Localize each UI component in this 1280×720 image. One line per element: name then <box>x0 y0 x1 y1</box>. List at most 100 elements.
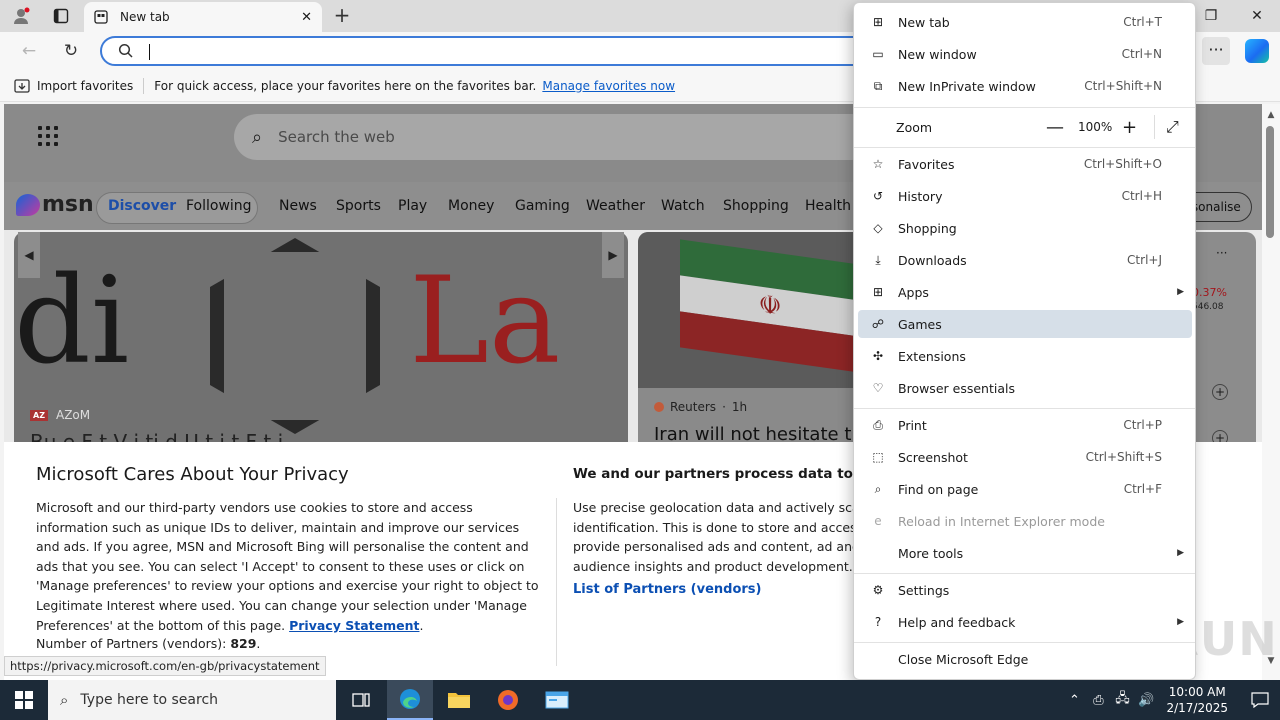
source-badge: AZ <box>30 409 48 421</box>
tab-play[interactable]: Play <box>398 198 427 214</box>
privacy-statement-link[interactable]: Privacy Statement <box>289 618 419 633</box>
card-headline[interactable]: Iran will not hesitate t <box>654 424 851 442</box>
search-icon: ⌕ <box>60 691 69 709</box>
network-icon[interactable]: 🖧 <box>1110 689 1134 711</box>
add-stock-icon[interactable]: + <box>1212 384 1228 400</box>
menu-item-print[interactable]: ⎙ Print Ctrl+P <box>858 411 1192 439</box>
scroll-thumb[interactable] <box>1266 126 1274 238</box>
new-tab-button[interactable]: + <box>330 4 354 28</box>
settings-and-more-menu: ⊞ New tab Ctrl+T ▭ New window Ctrl+N ⧉ New In… <box>853 2 1196 680</box>
msn-logo[interactable]: msn <box>16 192 94 217</box>
tab-new-tab[interactable]: New tab ✕ <box>84 2 322 32</box>
manage-favorites-link[interactable]: Manage favorites now <box>542 79 675 93</box>
tab-health[interactable]: Health <box>805 198 851 214</box>
system-clock[interactable]: 10:00 AM 2/17/2025 <box>1166 684 1228 716</box>
task-view-icon[interactable] <box>338 680 384 720</box>
clock-time: 10:00 AM <box>1168 685 1226 699</box>
menu-item-more-tools[interactable]: More tools ▶ <box>858 539 1192 567</box>
start-button[interactable] <box>0 680 48 720</box>
menu-item-new-tab[interactable]: ⊞ New tab Ctrl+T <box>858 8 1192 36</box>
clock-date: 2/17/2025 <box>1166 701 1228 715</box>
import-icon <box>14 78 30 93</box>
status-bar-url: https://privacy.microsoft.com/en-gb/priv… <box>4 656 326 676</box>
zoom-divider <box>1154 115 1155 139</box>
menu-item-apps[interactable]: ⊞ Apps ▶ <box>858 278 1192 306</box>
taskbar-search[interactable]: ⌕ Type here to search <box>48 680 336 720</box>
games-icon: ☍ <box>871 317 885 331</box>
article-age: 1h <box>731 400 748 414</box>
tray-overflow-icon[interactable]: ⌃ <box>1062 693 1086 708</box>
menu-item-find-on-page[interactable]: ⌕ Find on page Ctrl+F <box>858 475 1192 503</box>
close-tab-icon[interactable]: ✕ <box>301 10 312 25</box>
settings-icon: ⚙ <box>872 583 884 597</box>
app-launcher-icon[interactable] <box>38 126 58 146</box>
ie-mode-icon: e <box>874 514 882 528</box>
network-device-icon[interactable]: ⎙ <box>1086 693 1110 708</box>
zoom-in-button[interactable]: + <box>1122 117 1137 138</box>
menu-item-shopping[interactable]: ◇ Shopping <box>858 214 1192 242</box>
submenu-arrow-icon: ▶ <box>1177 548 1184 558</box>
edge-taskbar-icon[interactable] <box>387 680 433 720</box>
firefox-icon[interactable] <box>485 680 531 720</box>
widget-more-icon[interactable]: ··· <box>1216 246 1227 260</box>
file-explorer-icon[interactable] <box>436 680 482 720</box>
system-tray: ⌃ ⎙ 🖧 🔊 10:00 AM 2/17/2025 <box>1062 680 1280 720</box>
menu-item-new-window[interactable]: ▭ New window Ctrl+N <box>858 40 1192 68</box>
tab-shopping[interactable]: Shopping <box>723 198 789 214</box>
menu-item-screenshot[interactable]: ⬚ Screenshot Ctrl+Shift+S <box>858 443 1192 471</box>
zoom-out-button[interactable]: — <box>1046 117 1064 138</box>
menu-item-history[interactable]: ↺ History Ctrl+H <box>858 182 1192 210</box>
msn-butterfly-icon <box>16 193 40 216</box>
menu-item-extensions[interactable]: ✣ Extensions <box>858 342 1192 370</box>
taskbar: ⌕ Type here to search ⌃ ⎙ 🖧 🔊 10:00 AM 2… <box>0 680 1280 720</box>
volume-icon[interactable]: 🔊 <box>1134 693 1158 708</box>
menu-item-close-edge[interactable]: Close Microsoft Edge <box>858 645 1192 673</box>
menu-item-favorites[interactable]: ☆ Favorites Ctrl+Shift+O <box>858 150 1192 178</box>
close-window-button[interactable]: ✕ <box>1234 0 1280 32</box>
carousel-prev-button[interactable]: ◀ <box>18 232 40 278</box>
settings-and-more-button[interactable]: ··· <box>1202 37 1230 65</box>
page-scrollbar[interactable]: ▲ ▼ <box>1262 104 1280 680</box>
menu-item-games[interactable]: ☍ Games <box>858 310 1192 338</box>
news-card-secondary[interactable]: ☫ Reuters · 1h Iran will not hesitate t <box>638 232 868 442</box>
tab-gaming[interactable]: Gaming <box>515 198 570 214</box>
notifications-icon[interactable] <box>1240 680 1280 720</box>
menu-item-new-inprivate-window[interactable]: ⧉ New InPrivate window Ctrl+Shift+N <box>858 72 1192 100</box>
tab-actions-icon[interactable] <box>48 4 74 28</box>
msn-logo-text: msn <box>42 192 94 217</box>
web-search-box[interactable]: ⌕ Search the web <box>234 114 874 160</box>
tab-money[interactable]: Money <box>448 198 494 214</box>
scroll-up-arrow-icon[interactable]: ▲ <box>1265 110 1277 120</box>
import-favorites-label: Import favorites <box>37 78 134 93</box>
fullscreen-icon[interactable]: ⤢ <box>1166 117 1179 137</box>
inprivate-icon: ⧉ <box>873 78 883 93</box>
tab-weather[interactable]: Weather <box>586 198 645 214</box>
taskbar-search-placeholder: Type here to search <box>80 692 219 708</box>
tab-discover[interactable]: Discover <box>108 198 176 214</box>
menu-divider <box>854 573 1195 574</box>
import-favorites-button[interactable]: Import favorites <box>14 79 133 93</box>
back-button[interactable]: ← <box>16 39 42 63</box>
app-window-icon[interactable] <box>534 680 580 720</box>
tab-sports[interactable]: Sports <box>336 198 381 214</box>
menu-item-downloads[interactable]: ⤓ Downloads Ctrl+J <box>858 246 1192 274</box>
tab-title: New tab <box>120 10 170 24</box>
menu-item-settings[interactable]: ⚙ Settings <box>858 576 1192 604</box>
profile-icon[interactable] <box>8 4 34 28</box>
address-bar[interactable] <box>100 36 870 66</box>
menu-zoom-row: Zoom — 100% + ⤢ <box>858 111 1192 143</box>
privacy-title: Microsoft Cares About Your Privacy <box>36 464 349 485</box>
carousel-next-button[interactable]: ▶ <box>602 232 624 278</box>
vendors-list-link[interactable]: List of Partners (vendors) <box>573 582 761 597</box>
tab-watch[interactable]: Watch <box>661 198 705 214</box>
menu-item-browser-essentials[interactable]: ♡ Browser essentials <box>858 374 1192 402</box>
privacy-divider <box>556 498 557 666</box>
submenu-arrow-icon: ▶ <box>1177 617 1184 627</box>
news-card-main[interactable]: di La <box>14 232 628 442</box>
source-name: AZoM <box>56 408 91 422</box>
copilot-icon[interactable] <box>1245 39 1269 63</box>
refresh-button[interactable]: ↻ <box>58 39 84 63</box>
tab-news[interactable]: News <box>279 198 317 214</box>
tab-following[interactable]: Following <box>186 198 252 214</box>
menu-item-help-and-feedback[interactable]: ? Help and feedback ▶ <box>858 608 1192 636</box>
